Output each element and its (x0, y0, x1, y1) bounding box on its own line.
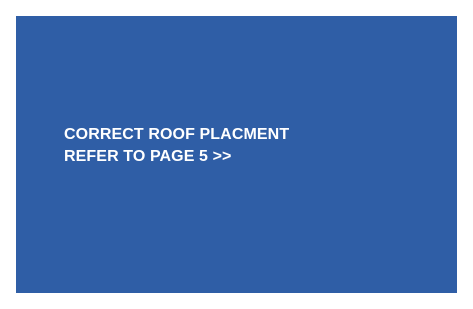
callout-panel: CORRECT ROOF PLACMENT REFER TO PAGE 5 >> (16, 16, 457, 293)
callout-title: CORRECT ROOF PLACMENT (64, 126, 290, 143)
callout-text: CORRECT ROOF PLACMENT REFER TO PAGE 5 >> (64, 124, 289, 168)
page-reference-link[interactable]: REFER TO PAGE 5 >> (64, 146, 289, 168)
